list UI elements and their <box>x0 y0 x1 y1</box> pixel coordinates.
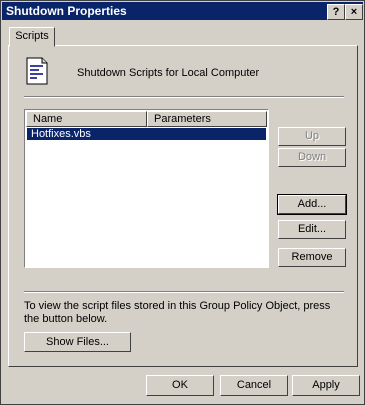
up-button[interactable]: Up <box>278 127 346 146</box>
info-separator <box>24 291 344 293</box>
header-separator <box>24 96 344 98</box>
cancel-button[interactable]: Cancel <box>220 375 288 396</box>
title-bar[interactable]: Shutdown Properties ? × <box>2 2 363 20</box>
list-item-name: Hotfixes.vbs <box>31 128 91 140</box>
close-button[interactable]: × <box>345 4 363 20</box>
ok-button[interactable]: OK <box>146 375 214 396</box>
tab-scripts[interactable]: Scripts <box>9 27 55 47</box>
scripts-list[interactable]: Name Parameters Hotfixes.vbs <box>24 109 269 268</box>
apply-button[interactable]: Apply <box>292 375 360 396</box>
list-item[interactable]: Hotfixes.vbs <box>27 128 266 140</box>
column-header-parameters[interactable]: Parameters <box>147 111 267 127</box>
column-header-name[interactable]: Name <box>26 111 147 127</box>
info-text: To view the script files stored in this … <box>24 300 331 325</box>
help-button[interactable]: ? <box>327 4 345 20</box>
edit-button[interactable]: Edit... <box>278 220 346 239</box>
down-button[interactable]: Down <box>278 148 346 167</box>
scripts-heading: Shutdown Scripts for Local Computer <box>77 67 260 79</box>
dialog-window: Shutdown Properties ? × Scripts Shutdown… <box>0 0 365 405</box>
remove-button[interactable]: Remove <box>278 248 346 267</box>
script-file-icon <box>26 57 48 85</box>
add-button[interactable]: Add... <box>277 194 347 215</box>
window-title: Shutdown Properties <box>6 4 127 18</box>
show-files-button[interactable]: Show Files... <box>24 332 131 352</box>
